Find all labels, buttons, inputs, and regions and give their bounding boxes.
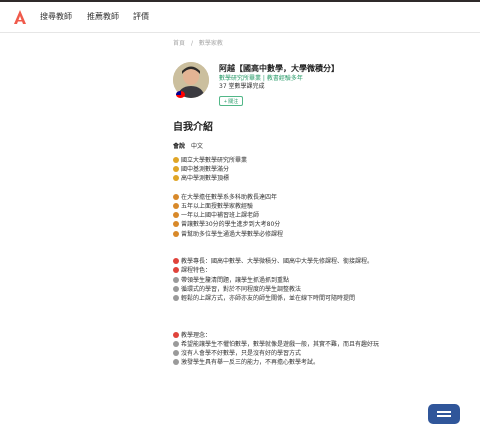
intro-line: 課程特色： — [173, 266, 211, 275]
dot-icon — [173, 276, 179, 283]
medal-icon — [173, 193, 179, 200]
dot-icon — [173, 295, 179, 301]
intro-line: 帶領學生釐清問題，讓學生抓過抓到重點 — [173, 276, 289, 285]
medal-icon — [173, 203, 179, 209]
intro-line-text: 在大學擔任數學系多科助教長達四年 — [181, 193, 278, 201]
intro-line-text: 一年以上國中補習班上課老師 — [181, 212, 260, 220]
nav-link-reviews[interactable]: 評價 — [133, 11, 149, 22]
intro-line: 曾幫助多位學生通過大學數學必修課程 — [173, 230, 283, 239]
intro-line-text: 輕鬆的上課方式，亦師亦友的師生關係，並在線下時間可隨時提問 — [181, 295, 356, 302]
intro-line: 循環式的學習，對於不同程度的學生調整教法 — [173, 285, 301, 294]
intro-line-text: 曾讓數學30分的學生進步到大考80分 — [181, 221, 281, 229]
breadcrumb-home[interactable]: 首頁 — [173, 40, 185, 47]
intro-line-text: 國立大學數學研究所畢業 — [181, 157, 248, 164]
nav-link-recommended-teachers[interactable]: 推薦教師 — [87, 11, 119, 22]
chat-icon — [437, 411, 451, 413]
trophy-icon — [173, 166, 179, 173]
intro-line-text: 激發學生具有舉一反三的能力，不再擔心數學考試。 — [181, 359, 320, 367]
intro-line: 輕鬆的上課方式，亦師亦友的師生關係，並在線下時間可隨時提問 — [173, 294, 355, 303]
medal-icon — [173, 230, 179, 237]
dot-icon — [173, 341, 179, 347]
intro-line: 激發學生具有舉一反三的能力，不再擔心數學考試。 — [173, 358, 319, 367]
intro-line-text: 高中學測數學頂標 — [181, 175, 230, 183]
section-heading-intro: 自我介紹 — [173, 122, 213, 133]
language-value: 中文 — [191, 143, 204, 150]
breadcrumb-separator: / — [190, 40, 193, 47]
trophy-icon — [173, 175, 179, 182]
follow-button[interactable]: + 關注 — [219, 96, 244, 106]
language-row: 會說 中文 — [173, 141, 203, 150]
intro-line-text: 教學專長：國高中數學、大學微積分、國高中大學先修課程、銜接課程。 — [181, 258, 374, 266]
intro-line: 國中基測數學滿分 — [173, 165, 229, 174]
intro-line: 五年以上面授數學家教經驗 — [173, 202, 253, 211]
language-label: 會說 — [173, 143, 186, 150]
pin-icon — [173, 267, 179, 274]
intro-line-text: 國中基測數學滿分 — [181, 166, 230, 174]
breadcrumb-math-tutor[interactable]: 數學家教 — [199, 40, 223, 47]
intro-line-text: 教學理念： — [181, 331, 212, 339]
taiwan-flag-icon — [176, 91, 185, 98]
intro-line-text: 循環式的學習，對於不同程度的學生調整教法 — [181, 285, 302, 293]
medal-icon — [173, 212, 179, 219]
pin-icon — [173, 331, 179, 338]
intro-line: 沒有人會學不好數學，只是沒有好的學習方式 — [173, 349, 301, 358]
intro-line: 在大學擔任數學系多科助教長達四年 — [173, 193, 277, 202]
chat-button[interactable] — [428, 404, 460, 424]
nav-link-search-teachers[interactable]: 搜尋教師 — [40, 11, 72, 22]
intro-line-text: 沒有人會學不好數學，只是沒有好的學習方式 — [181, 350, 302, 358]
intro-line: 曾讓數學30分的學生進步到大考80分 — [173, 220, 280, 229]
intro-line: 希望能讓學生不懼怕數學，數學就像是遊戲一般，其實不難，而且有趣好玩 — [173, 340, 379, 349]
breadcrumb: 首頁 / 數學家教 — [173, 38, 227, 47]
dot-icon — [173, 359, 179, 366]
intro-line: 教學理念： — [173, 331, 211, 340]
intro-line: 國立大學數學研究所畢業 — [173, 156, 247, 165]
medal-icon — [173, 221, 179, 228]
intro-line-text: 帶領學生釐清問題，讓學生抓過抓到重點 — [181, 276, 290, 284]
intro-line: 教學專長：國高中數學、大學微積分、國高中大學先修課程、銜接課程。 — [173, 257, 373, 266]
intro-line-text: 希望能讓學生不懼怕數學，數學就像是遊戲一般，其實不難，而且有趣好玩 — [181, 341, 380, 348]
dot-icon — [173, 285, 179, 292]
dot-icon — [173, 350, 179, 357]
intro-line: 高中學測數學頂標 — [173, 174, 229, 183]
intro-line-text: 課程特色： — [181, 267, 212, 275]
logo-icon[interactable] — [13, 9, 27, 25]
trophy-icon — [173, 157, 179, 163]
intro-line-text: 曾幫助多位學生通過大學數學必修課程 — [181, 230, 284, 238]
intro-line: 一年以上國中補習班上課老師 — [173, 211, 259, 220]
lessons-completed: 37 堂數學課完成 — [219, 83, 265, 90]
intro-line-text: 五年以上面授數學家教經驗 — [181, 203, 254, 210]
pin-icon — [173, 258, 179, 265]
top-navigation: 搜尋教師 推薦教師 評價 — [0, 2, 480, 33]
